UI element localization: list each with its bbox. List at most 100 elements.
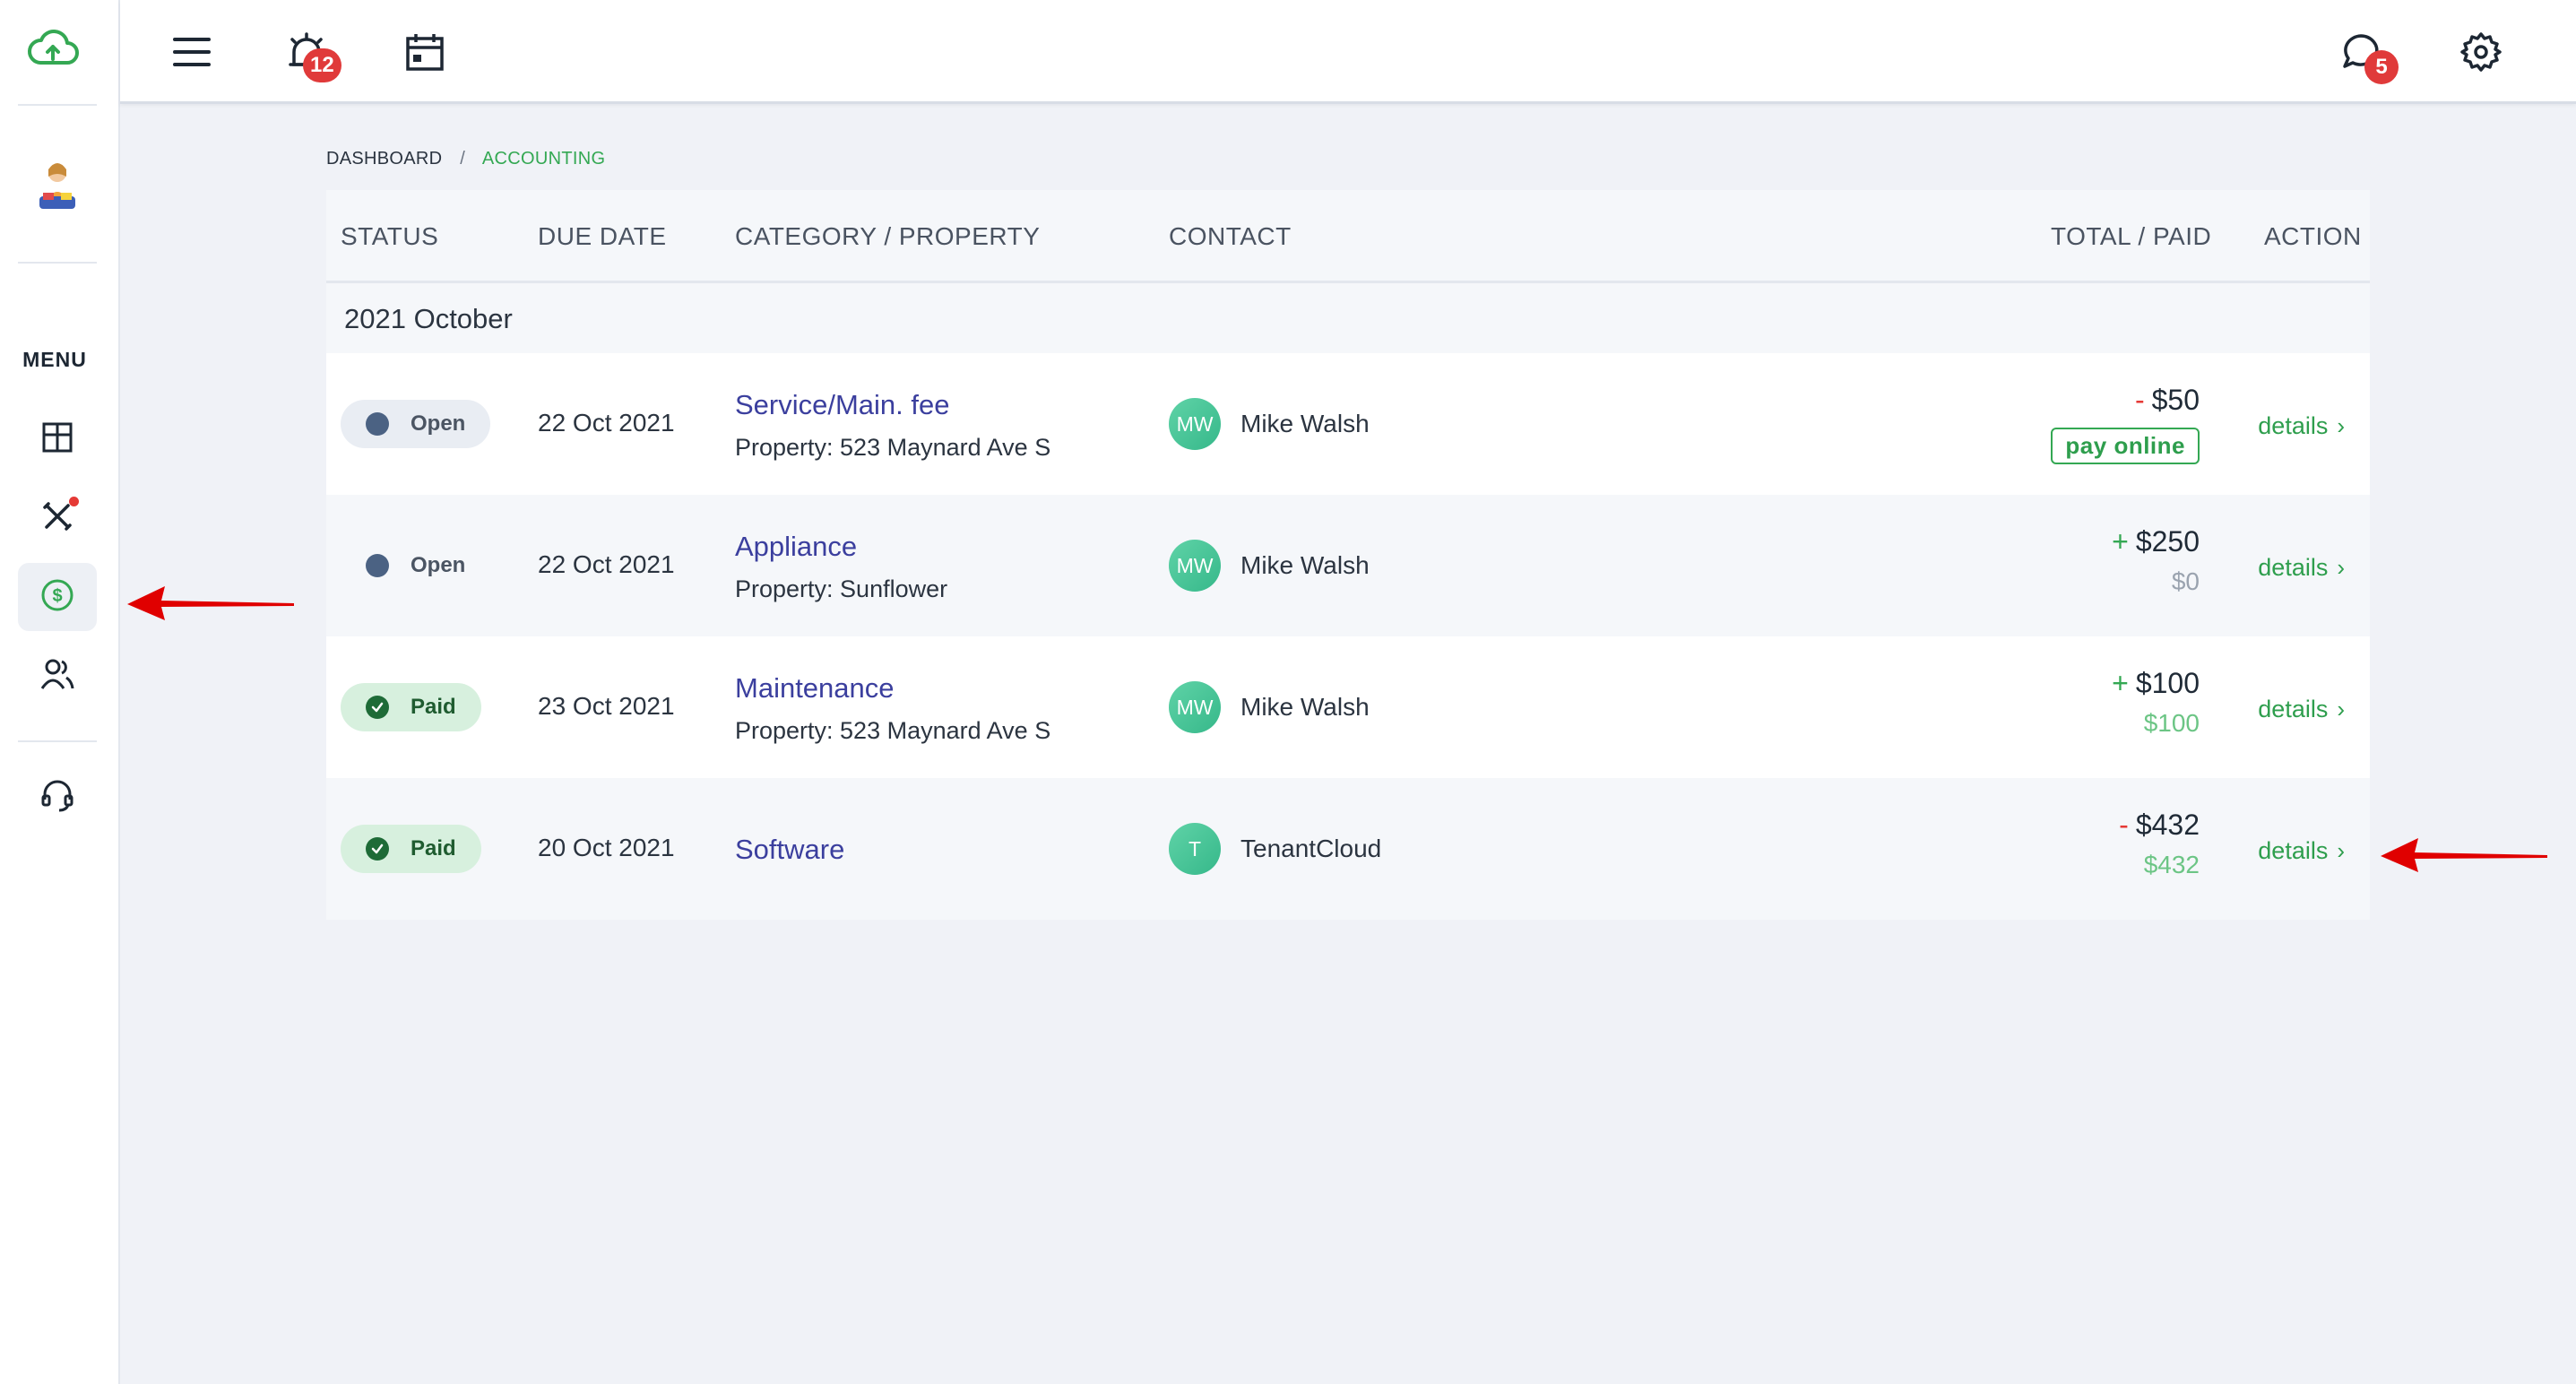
- status-label: Paid: [411, 836, 456, 861]
- details-link[interactable]: details ›: [2258, 412, 2345, 440]
- header-action: ACTION: [2264, 222, 2362, 250]
- breadcrumb-current: ACCOUNTING: [481, 149, 606, 169]
- alarm-badge: 12: [303, 48, 341, 82]
- tools-icon: [41, 500, 73, 537]
- contact-name: Mike Walsh: [1240, 410, 1370, 437]
- settings-gear-icon[interactable]: [2454, 25, 2508, 79]
- contact-avatar: MW: [1169, 681, 1221, 733]
- check-circle-icon: [366, 696, 389, 719]
- sidebar-item-maintenance[interactable]: [18, 484, 97, 552]
- header-due-date[interactable]: DUE DATE: [538, 222, 667, 251]
- details-link[interactable]: details ›: [2258, 837, 2345, 865]
- contact-name: Mike Walsh: [1240, 693, 1370, 721]
- details-label: details: [2258, 554, 2329, 581]
- details-label: details: [2258, 412, 2329, 439]
- status-open-dot-icon: [366, 554, 389, 577]
- details-link[interactable]: details ›: [2258, 554, 2345, 582]
- details-link[interactable]: details ›: [2258, 696, 2345, 723]
- paid-amount: $0: [2171, 567, 2200, 595]
- amount-value: $50: [2151, 384, 2200, 416]
- top-bar: 12 5: [120, 0, 2576, 104]
- chevron-right-icon: ›: [2337, 696, 2345, 722]
- users-icon: [39, 658, 75, 695]
- status-badge: Open: [341, 541, 490, 590]
- sidebar-item-contacts[interactable]: [18, 642, 97, 710]
- property-label: Property: 523 Maynard Ave S: [735, 717, 1051, 744]
- calendar-icon[interactable]: [398, 25, 452, 79]
- amount-sign: +: [2112, 667, 2129, 699]
- alarm-icon[interactable]: 12: [280, 25, 341, 82]
- header-total[interactable]: TOTAL / PAID: [2051, 222, 2211, 251]
- transactions-table: STATUS DUE DATE CATEGORY / PROPERTY CONT…: [326, 190, 2370, 920]
- category-link[interactable]: Appliance: [735, 531, 947, 563]
- total-cell: - $50 pay online: [2051, 384, 2200, 464]
- category-cell: Software: [735, 834, 844, 866]
- notification-dot: [69, 497, 79, 506]
- breadcrumb-separator: /: [460, 149, 466, 169]
- month-group-label: 2021 October: [344, 303, 513, 334]
- sidebar-divider: [18, 740, 97, 742]
- table-row[interactable]: Open 22 Oct 2021 Appliance Property: Sun…: [326, 495, 2370, 636]
- paid-amount: $432: [2143, 851, 2200, 878]
- property-label: Property: Sunflower: [735, 575, 948, 602]
- category-cell: Appliance Property: Sunflower: [735, 531, 947, 603]
- total-cell: + $250 $0: [2112, 525, 2200, 596]
- menu-label: MENU: [22, 348, 87, 371]
- sidebar-item-dashboard[interactable]: [18, 405, 97, 473]
- total-cell: + $100 $100: [2112, 667, 2200, 738]
- due-date: 23 Oct 2021: [538, 692, 675, 720]
- sidebar-item-accounting[interactable]: $: [18, 563, 97, 631]
- user-avatar[interactable]: [30, 157, 84, 220]
- contact-cell: MW Mike Walsh: [1169, 540, 1370, 592]
- due-date: 20 Oct 2021: [538, 834, 675, 861]
- status-badge: Open: [341, 400, 491, 448]
- messages-icon[interactable]: 5: [2334, 25, 2399, 84]
- check-circle-icon: [366, 837, 389, 861]
- amount-sign: -: [2134, 384, 2145, 416]
- cloud-logo-icon[interactable]: [26, 27, 80, 72]
- headset-icon: [39, 778, 75, 818]
- table-row[interactable]: Open 22 Oct 2021 Service/Main. fee Prope…: [326, 353, 2370, 495]
- due-date: 22 Oct 2021: [538, 409, 675, 437]
- total-amount: + $250: [2112, 525, 2200, 558]
- contact-avatar: T: [1169, 823, 1221, 875]
- contact-name: TenantCloud: [1240, 835, 1382, 862]
- pay-online-button[interactable]: pay online: [2051, 428, 2200, 464]
- messages-badge: 5: [2364, 50, 2399, 84]
- details-label: details: [2258, 837, 2329, 864]
- sidebar-divider: [18, 104, 97, 106]
- chevron-right-icon: ›: [2337, 554, 2345, 581]
- total-amount: - $50: [2051, 384, 2200, 417]
- details-label: details: [2258, 696, 2329, 722]
- header-status[interactable]: STATUS: [341, 222, 438, 251]
- sidebar: MENU $: [0, 0, 120, 1384]
- dashboard-grid-icon: [41, 421, 73, 458]
- annotation-arrow-left: [2381, 838, 2547, 872]
- table-header: STATUS DUE DATE CATEGORY / PROPERTY CONT…: [326, 190, 2370, 283]
- status-label: Open: [411, 411, 466, 436]
- svg-text:$: $: [52, 586, 62, 606]
- total-amount: + $100: [2112, 667, 2200, 700]
- chevron-right-icon: ›: [2337, 412, 2345, 439]
- table-row[interactable]: Paid 23 Oct 2021 Maintenance Property: 5…: [326, 636, 2370, 778]
- status-badge: Paid: [341, 683, 481, 731]
- paid-amount: $100: [2143, 709, 2200, 737]
- status-label: Paid: [411, 695, 456, 719]
- category-cell: Maintenance Property: 523 Maynard Ave S: [735, 672, 1050, 745]
- category-link[interactable]: Maintenance: [735, 672, 1050, 705]
- dollar-circle-icon: $: [40, 578, 74, 617]
- contact-avatar: MW: [1169, 540, 1221, 592]
- sidebar-item-support[interactable]: [18, 764, 97, 832]
- breadcrumb: DASHBOARD / ACCOUNTING: [326, 149, 605, 169]
- contact-avatar: MW: [1169, 398, 1221, 450]
- amount-value: $250: [2135, 525, 2200, 558]
- category-link[interactable]: Service/Main. fee: [735, 389, 1050, 421]
- header-category[interactable]: CATEGORY / PROPERTY: [735, 222, 1040, 251]
- table-row[interactable]: Paid 20 Oct 2021 Software T TenantCloud …: [326, 778, 2370, 920]
- breadcrumb-dashboard-link[interactable]: DASHBOARD: [326, 149, 442, 169]
- status-open-dot-icon: [366, 412, 389, 436]
- hamburger-menu-icon[interactable]: [165, 25, 219, 79]
- header-contact[interactable]: CONTACT: [1169, 222, 1292, 251]
- category-link[interactable]: Software: [735, 834, 844, 866]
- status-label: Open: [411, 553, 466, 577]
